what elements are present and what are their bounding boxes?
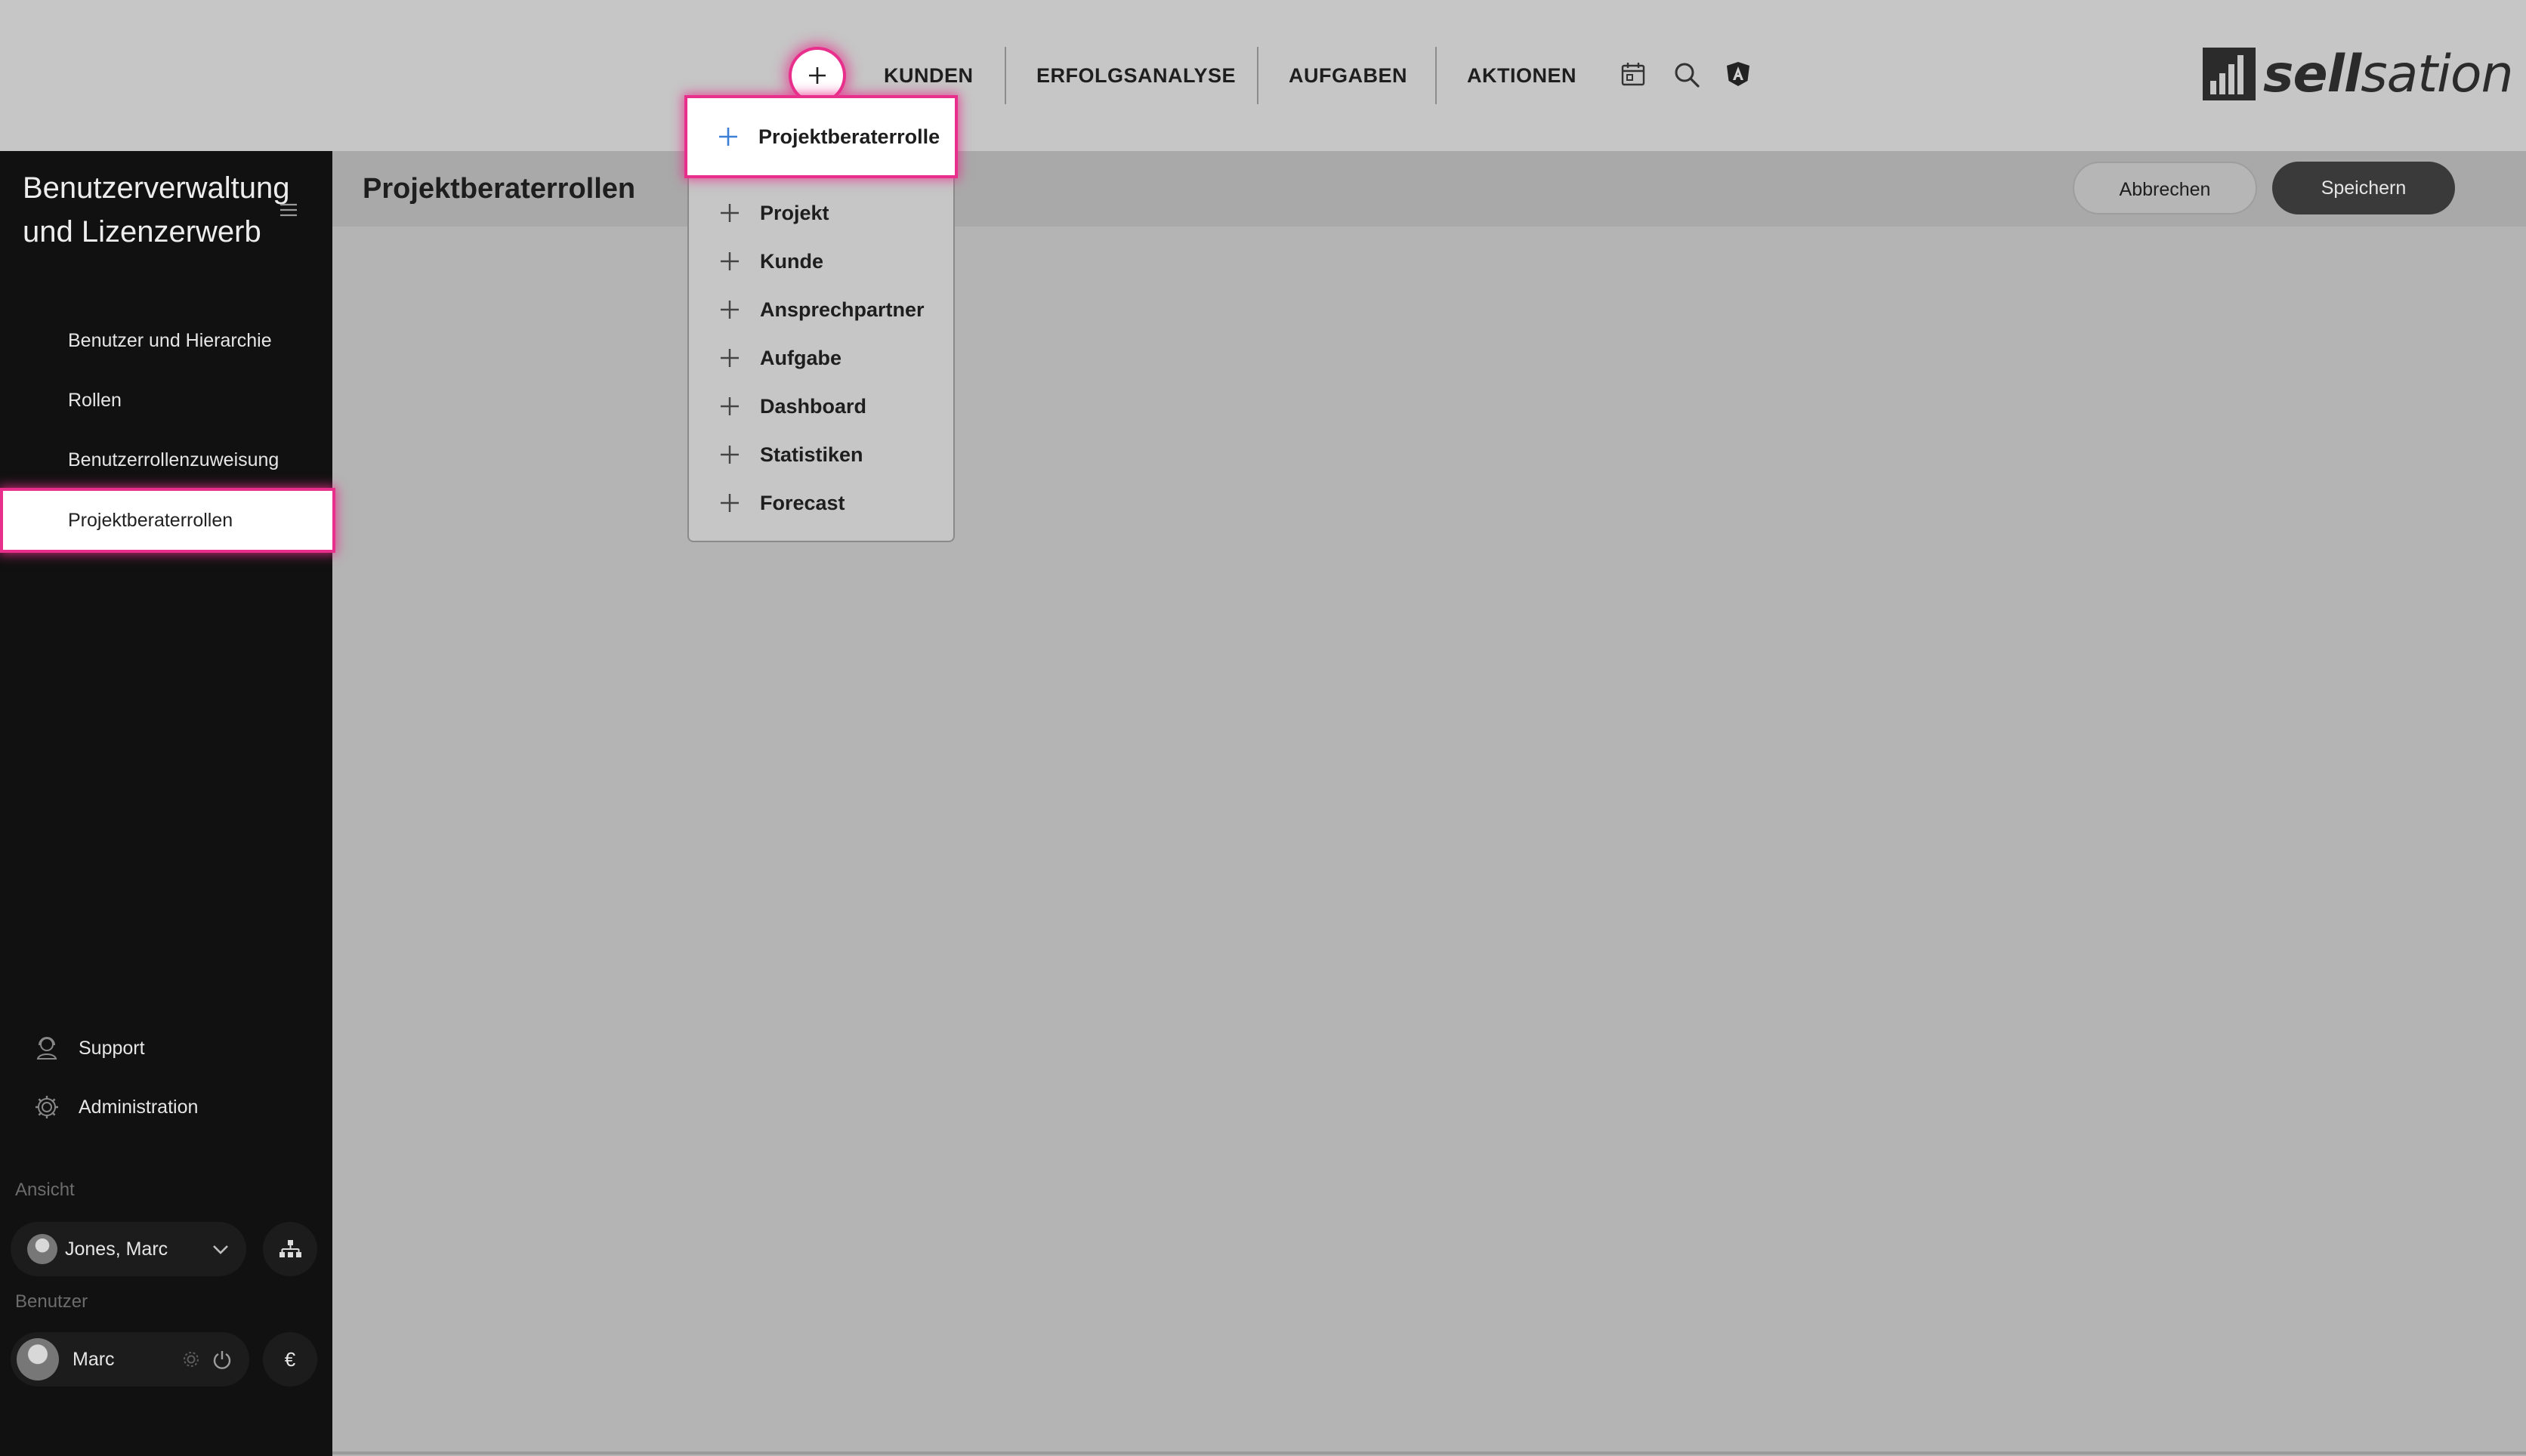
chevron-down-icon — [213, 1245, 228, 1254]
dropdown-item-kunde[interactable]: Kunde — [689, 237, 953, 285]
plus-icon — [721, 446, 739, 464]
dropdown-item-forecast[interactable]: Forecast — [689, 479, 953, 527]
settings-icon[interactable] — [181, 1350, 201, 1369]
nav-divider — [1435, 47, 1437, 104]
ansicht-label: Ansicht — [15, 1180, 75, 1200]
calendar-icon[interactable] — [1620, 60, 1650, 91]
user-avatar — [17, 1338, 59, 1380]
administration-link[interactable]: Administration — [33, 1084, 198, 1130]
dropdown-item-dashboard[interactable]: Dashboard — [689, 382, 953, 430]
gear-icon — [36, 1096, 58, 1118]
logo-bars-icon — [2203, 48, 2256, 100]
plus-icon — [721, 349, 739, 367]
sellsation-logo: sellsation — [2203, 44, 2514, 104]
create-dropdown-menu: Projekt Kunde Ansprechpartner Aufgabe Da… — [687, 175, 955, 542]
sidebar-item-projektberaterrollen[interactable]: Projektberaterrollen — [3, 491, 332, 550]
angular-shield-icon[interactable] — [1725, 60, 1756, 91]
nav-erfolgsanalyse[interactable]: ERFOLGSANALYSE — [1036, 50, 1236, 101]
dropdown-item-projektberaterrolle[interactable]: Projektberaterrolle — [687, 98, 955, 175]
sidebar-item-benutzer-hierarchie[interactable]: Benutzer und Hierarchie — [0, 314, 332, 367]
support-link[interactable]: Support — [33, 1026, 145, 1071]
create-new-button[interactable] — [792, 50, 843, 101]
page-header: Projektberaterrollen Abbrechen Speichern — [332, 151, 2526, 227]
nav-divider — [1257, 47, 1258, 104]
hierarchy-button[interactable] — [263, 1222, 317, 1276]
cancel-button[interactable]: Abbrechen — [2073, 162, 2257, 214]
nav-divider — [1005, 47, 1006, 104]
dropdown-item-projekt[interactable]: Projekt — [689, 189, 953, 237]
avatar — [27, 1234, 57, 1264]
plus-icon — [721, 397, 739, 415]
dropdown-item-ansprechpartner[interactable]: Ansprechpartner — [689, 285, 953, 334]
logo-wordmark: sellsation — [2263, 44, 2514, 104]
power-icon[interactable] — [212, 1349, 233, 1370]
currency-button[interactable]: € — [263, 1332, 317, 1387]
plus-icon — [721, 494, 739, 512]
dropdown-item-statistiken[interactable]: Statistiken — [689, 430, 953, 479]
sidebar-title: Benutzerverwaltung und Lizenzerwerb — [23, 171, 290, 248]
plus-icon — [721, 301, 739, 319]
benutzer-name: Marc — [73, 1348, 115, 1370]
page-title: Projektberaterrollen — [363, 173, 636, 205]
hamburger-menu-icon[interactable] — [278, 199, 302, 224]
plus-icon — [719, 128, 737, 146]
sidebar-item-rollen[interactable]: Rollen — [0, 374, 332, 427]
plus-icon — [809, 67, 826, 84]
administration-label: Administration — [79, 1096, 199, 1118]
benutzer-label: Benutzer — [15, 1291, 88, 1312]
ansicht-user-select[interactable]: Jones, Marc — [11, 1222, 246, 1276]
dropdown-item-aufgabe[interactable]: Aufgabe — [689, 334, 953, 382]
sidebar-item-benutzerrollenzuweisung[interactable]: Benutzerrollenzuweisung — [0, 433, 332, 486]
nav-aufgaben[interactable]: AUFGABEN — [1289, 50, 1407, 101]
nav-aktionen[interactable]: AKTIONEN — [1467, 50, 1576, 101]
top-navigation: KUNDEN ERFOLGSANALYSE AUFGABEN AKTIONEN — [0, 0, 2526, 151]
save-button[interactable]: Speichern — [2272, 162, 2455, 214]
sidebar: Benutzerverwaltung und Lizenzerwerb Benu… — [0, 151, 332, 1456]
ansicht-user-name: Jones, Marc — [65, 1238, 168, 1260]
support-label: Support — [79, 1037, 145, 1059]
search-icon[interactable] — [1672, 60, 1703, 91]
benutzer-profile[interactable]: Marc — [11, 1332, 249, 1387]
plus-icon — [721, 204, 739, 222]
plus-icon — [721, 252, 739, 270]
hierarchy-icon — [279, 1240, 301, 1257]
support-headset-icon — [36, 1037, 57, 1060]
nav-kunden[interactable]: KUNDEN — [884, 50, 974, 101]
page-bottom-border — [332, 1451, 2526, 1454]
